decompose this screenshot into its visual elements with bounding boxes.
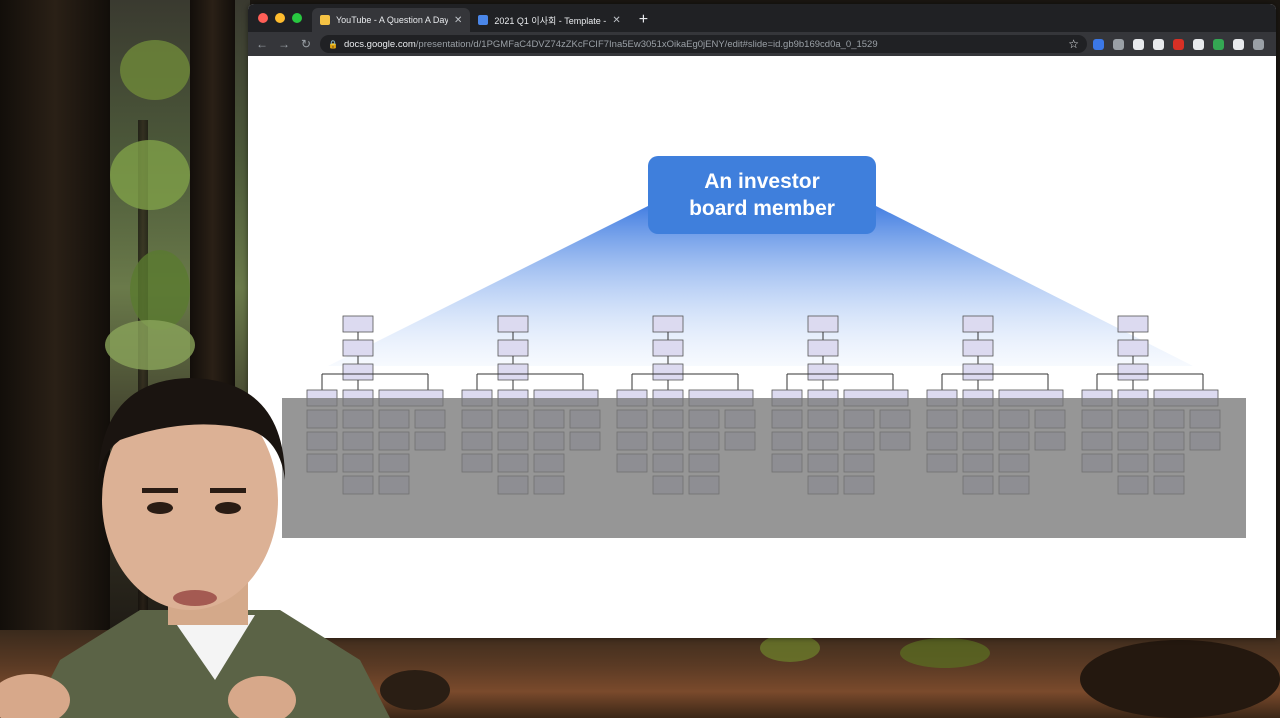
org-box (1117, 339, 1149, 357)
extension-icon[interactable] (1093, 38, 1104, 50)
org-box (807, 339, 839, 357)
extension-icon[interactable] (1113, 38, 1124, 50)
rock (1080, 640, 1280, 718)
org-box (962, 363, 994, 381)
foliage (130, 250, 190, 330)
right-eyebrow (210, 488, 246, 493)
org-box (652, 363, 684, 381)
foliage (900, 638, 990, 668)
slide-title-line1: An investor (704, 170, 820, 193)
foliage (760, 634, 820, 662)
presenter (0, 378, 390, 718)
org-box (962, 315, 994, 333)
url-host: docs.google.com (343, 38, 416, 50)
dim-overlay (282, 398, 1246, 538)
extension-icon[interactable] (1173, 38, 1184, 50)
right-eye (215, 502, 241, 514)
tab-youtube[interactable]: YouTube - A Question A Day 1( ✕ (312, 8, 471, 32)
left-eyebrow (142, 488, 178, 493)
bookmark-star-icon[interactable]: ☆ (1068, 37, 1079, 51)
close-tab-icon[interactable]: ✕ (454, 15, 462, 26)
lock-icon: 🔒 (328, 39, 338, 49)
extension-icon[interactable] (1233, 38, 1244, 50)
minimize-window-button[interactable] (275, 13, 285, 23)
extension-icon[interactable] (1213, 38, 1224, 50)
back-icon[interactable]: ← (254, 37, 270, 51)
address-toolbar: ← → ↻ 🔒 docs.google.com/presentation/d/1… (248, 32, 1276, 56)
slides-favicon-icon (320, 15, 330, 25)
docs-favicon-icon (478, 15, 489, 25)
new-tab-button[interactable]: + (629, 8, 658, 32)
org-box (807, 315, 839, 333)
extensions-area (1093, 38, 1270, 50)
mouth (173, 590, 217, 606)
org-box (1117, 315, 1149, 333)
url-path: /presentation/d/1PGMFaC4DVZ74zZKcFCIF7In… (415, 38, 878, 50)
extension-icon[interactable] (1253, 38, 1264, 50)
slide-title-box: An investor board member (648, 156, 876, 234)
org-box (497, 363, 529, 381)
extension-icon[interactable] (1193, 38, 1204, 50)
org-box (342, 339, 374, 357)
org-box (652, 339, 684, 357)
foliage (110, 140, 190, 210)
org-box (807, 363, 839, 381)
org-box (962, 339, 994, 357)
close-tab-icon[interactable]: ✕ (612, 15, 620, 26)
tab-bar: YouTube - A Question A Day 1( ✕ 2021 Q1 … (248, 4, 1276, 32)
zoom-window-button[interactable] (292, 13, 302, 23)
left-eye (147, 502, 173, 514)
org-box (1117, 363, 1149, 381)
org-box (497, 339, 529, 357)
tab-title: YouTube - A Question A Day 1( (336, 15, 448, 25)
tab-title: 2021 Q1 이사회 - Template - Go (494, 15, 607, 26)
address-bar[interactable]: 🔒 docs.google.com/presentation/d/1PGMFaC… (320, 35, 1087, 53)
reload-icon[interactable]: ↻ (298, 37, 314, 51)
tab-template[interactable]: 2021 Q1 이사회 - Template - Go ✕ (470, 8, 628, 32)
slide-title-line2: board member (689, 197, 835, 220)
forward-icon[interactable]: → (276, 37, 292, 51)
foliage (120, 40, 190, 100)
close-window-button[interactable] (258, 13, 268, 23)
extension-icon[interactable] (1133, 38, 1144, 50)
window-controls (258, 13, 302, 23)
org-box (652, 315, 684, 333)
extension-icon[interactable] (1153, 38, 1164, 50)
org-box (342, 315, 374, 333)
org-box (497, 315, 529, 333)
